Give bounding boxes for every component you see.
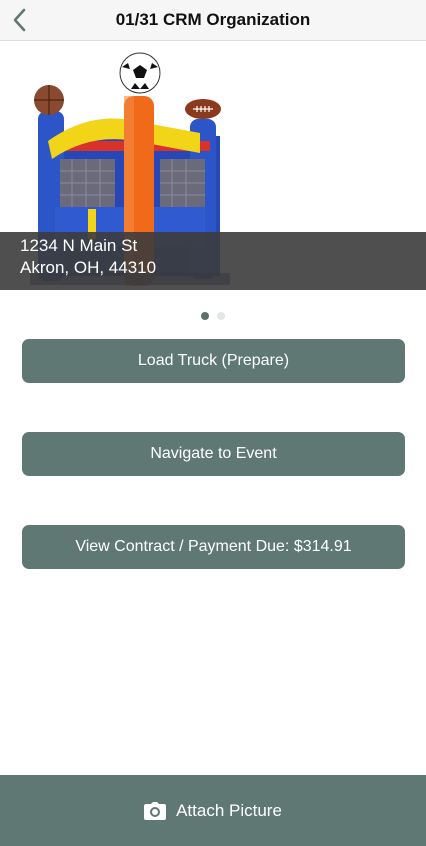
address-line-1: 1234 N Main St <box>20 236 138 255</box>
address-line-2: Akron, OH, 44310 <box>20 258 157 277</box>
page-dot-2[interactable] <box>217 312 225 320</box>
page-title: 01/31 CRM Organization <box>115 10 311 29</box>
load-truck-button[interactable]: Load Truck (Prepare) <box>22 339 405 383</box>
attach-picture-button[interactable]: Attach Picture <box>0 775 426 846</box>
view-contract-button[interactable]: View Contract / Payment Due: $314.91 <box>22 525 405 569</box>
page-dot-1[interactable] <box>201 312 209 320</box>
event-image-carousel[interactable]: 1234 N Main St Akron, OH, 44310 <box>0 41 426 290</box>
navigate-to-event-button[interactable]: Navigate to Event <box>22 432 405 476</box>
event-address: 1234 N Main St Akron, OH, 44310 <box>0 232 426 290</box>
camera-icon <box>144 801 167 820</box>
back-button[interactable] <box>4 0 36 40</box>
page-indicator[interactable] <box>0 312 426 322</box>
attach-picture-label: Attach Picture <box>176 800 282 820</box>
chevron-left-icon <box>13 8 26 32</box>
nav-bar: 01/31 CRM Organization <box>0 0 426 41</box>
